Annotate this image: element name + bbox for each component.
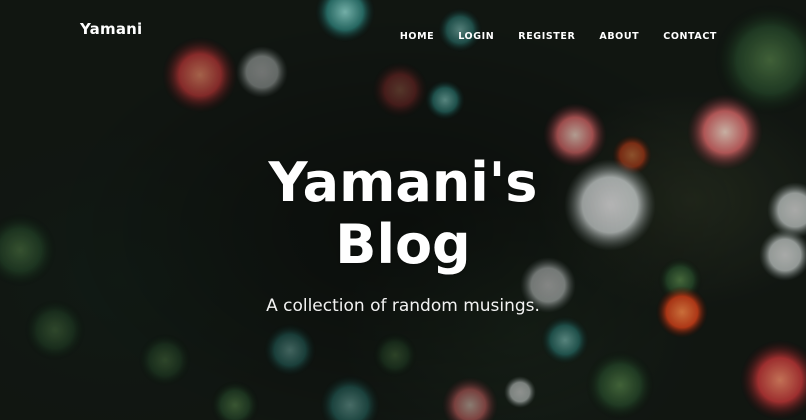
nav-link-login[interactable]: LOGIN (458, 31, 494, 42)
nav-link-contact[interactable]: CONTACT (663, 31, 717, 42)
site-title: Yamani's Blog (268, 151, 538, 276)
brand-link[interactable]: Yamani (80, 20, 142, 38)
site-subtitle: A collection of random musings. (266, 296, 540, 316)
nav-item-home: HOME (400, 24, 434, 43)
nav-link-register[interactable]: REGISTER (518, 31, 575, 42)
nav-item-about: ABOUT (599, 24, 639, 43)
nav-item-contact: CONTACT (663, 24, 717, 43)
nav-link-home[interactable]: HOME (400, 31, 434, 42)
nav-link-about[interactable]: ABOUT (599, 31, 639, 42)
nav-links: HOME LOGIN REGISTER ABOUT CONTACT (400, 24, 717, 43)
top-navbar: Yamani HOME LOGIN REGISTER ABOUT CONTACT (0, 0, 806, 60)
nav-item-login: LOGIN (458, 24, 494, 43)
site-heading: Yamani's Blog A collection of random mus… (0, 151, 806, 317)
nav-item-register: REGISTER (518, 24, 575, 43)
hero-section: Yamani HOME LOGIN REGISTER ABOUT CONTACT… (0, 0, 806, 420)
